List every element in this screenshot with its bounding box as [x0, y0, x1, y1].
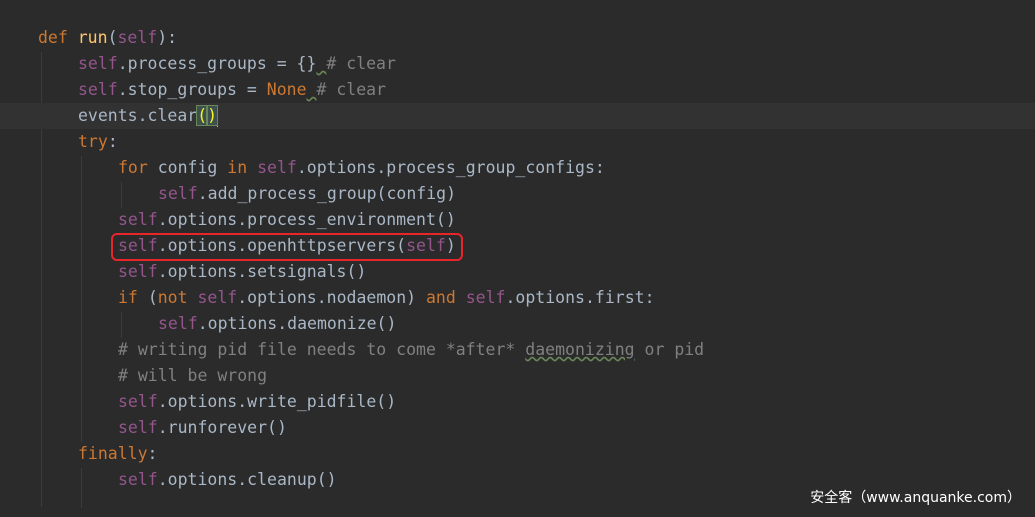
code-token: .options.daemonize() — [197, 314, 397, 333]
code-token: .options.first: — [505, 288, 655, 307]
code-token: # clear — [326, 54, 396, 73]
code-token: .process_groups = {} — [117, 54, 317, 73]
code-token: .add_process_group(config) — [197, 184, 457, 203]
code-line[interactable]: # will be wrong — [0, 363, 1035, 389]
code-token: self — [118, 210, 158, 229]
code-text: try: — [78, 129, 118, 155]
watermark: 安全客（www.anquanke.com） — [810, 490, 1021, 506]
code-token: self — [78, 54, 118, 73]
code-token: if — [118, 288, 148, 307]
code-token: # clear — [316, 80, 386, 99]
code-text: self.options.cleanup() — [118, 467, 337, 493]
code-text: # writing pid file needs to come *after*… — [118, 337, 704, 363]
code-token: ): — [157, 28, 178, 47]
code-text: finally: — [78, 441, 157, 467]
code-line[interactable]: self.options.setsignals() — [0, 259, 1035, 285]
code-token: .options.write_pidfile() — [157, 392, 397, 411]
code-line[interactable]: def run(self): — [0, 25, 1035, 51]
code-token: None — [266, 80, 307, 99]
code-line[interactable]: events.clear() — [0, 103, 1035, 129]
code-line[interactable]: self.stop_groups = None # clear — [0, 77, 1035, 103]
code-line[interactable]: self.options.process_environment() — [0, 207, 1035, 233]
code-token: and — [426, 288, 466, 307]
code-text: self.options.setsignals() — [118, 259, 366, 285]
code-line[interactable]: # writing pid file needs to come *after*… — [0, 337, 1035, 363]
code-token: finally — [78, 444, 148, 463]
code-line[interactable]: if (not self.options.nodaemon) and self.… — [0, 285, 1035, 311]
code-token: daemonizing — [525, 340, 635, 359]
code-line[interactable]: finally: — [0, 441, 1035, 467]
code-text: events.clear() — [78, 103, 219, 129]
code-token: or pid — [634, 340, 705, 359]
code-token: ( — [196, 105, 209, 126]
code-token: ) — [206, 105, 219, 126]
code-token: self — [197, 288, 238, 307]
code-token: ( — [107, 28, 118, 47]
code-token: : — [107, 132, 118, 151]
code-line[interactable]: for config in self.options.process_group… — [0, 155, 1035, 181]
code-token: self — [158, 184, 198, 203]
code-token: .options.setsignals() — [157, 262, 367, 281]
text-caret — [217, 106, 219, 127]
code-text: self.options.process_environment() — [118, 207, 456, 233]
code-token: self — [118, 418, 158, 437]
code-token: # will be wrong — [118, 366, 268, 385]
code-token: self — [118, 392, 158, 411]
code-token: try — [78, 132, 108, 151]
code-token: # writing pid file needs to come *after* — [118, 340, 526, 359]
code-token: run — [77, 28, 108, 47]
code-token: events.clear — [78, 106, 198, 125]
code-token: config — [157, 158, 228, 177]
code-line[interactable]: self.options.daemonize() — [0, 311, 1035, 337]
code-text: if (not self.options.nodaemon) and self.… — [118, 285, 655, 311]
code-text: self.runforever() — [118, 415, 287, 441]
code-token: .options.cleanup() — [157, 470, 337, 489]
red-highlight-box — [111, 233, 463, 261]
code-text: self.stop_groups = None # clear — [78, 77, 386, 103]
code-token: self — [78, 80, 118, 99]
code-token: self — [257, 158, 297, 177]
code-token: .options.process_environment() — [157, 210, 456, 229]
code-token: ( — [147, 288, 158, 307]
code-token: self — [118, 262, 158, 281]
code-text: def run(self): — [38, 25, 177, 51]
code-line[interactable]: self.add_process_group(config) — [0, 181, 1035, 207]
code-token: not — [157, 288, 198, 307]
code-line[interactable]: try: — [0, 129, 1035, 155]
code-text: self.process_groups = {} # clear — [78, 51, 396, 77]
code-line[interactable]: self.process_groups = {} # clear — [0, 51, 1035, 77]
code-text: self.options.daemonize() — [158, 311, 396, 337]
code-text: for config in self.options.process_group… — [118, 155, 605, 181]
code-token: .stop_groups = — [117, 80, 267, 99]
code-token: .runforever() — [157, 418, 287, 437]
code-text: self.add_process_group(config) — [158, 181, 456, 207]
code-token: self — [118, 470, 158, 489]
code-token: def — [38, 28, 78, 47]
code-text: # will be wrong — [118, 363, 267, 389]
code-text: self.options.write_pidfile() — [118, 389, 396, 415]
code-token: : — [147, 444, 158, 463]
code-line[interactable]: self.options.write_pidfile() — [0, 389, 1035, 415]
code-token: in — [227, 158, 258, 177]
code-line[interactable]: self.runforever() — [0, 415, 1035, 441]
code-token: for — [118, 158, 158, 177]
code-token: self — [158, 314, 198, 333]
code-token: .options.process_group_configs: — [296, 158, 605, 177]
code-token: self — [117, 28, 158, 47]
code-token: .options.nodaemon) — [237, 288, 426, 307]
code-token: self — [465, 288, 506, 307]
